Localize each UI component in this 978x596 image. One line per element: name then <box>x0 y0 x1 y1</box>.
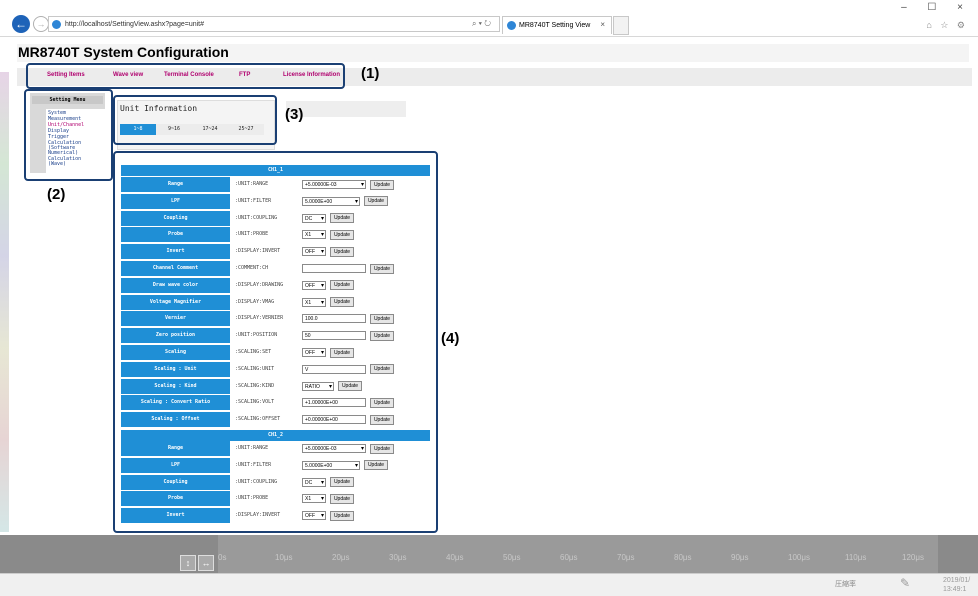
timeline-tick-label: 20μs <box>332 553 350 562</box>
timeline-tick-label: 80μs <box>674 553 692 562</box>
left-decoration <box>0 72 9 532</box>
callout-box-table <box>113 151 438 533</box>
timeline-scale[interactable] <box>218 535 938 573</box>
page-title: MR8740T System Configuration <box>18 44 229 60</box>
back-arrow-icon[interactable]: ← <box>12 15 30 33</box>
status-bar <box>0 573 978 596</box>
ie-logo-icon <box>507 21 516 30</box>
callout-label-3: (3) <box>285 106 304 123</box>
tab-title: MR8740T Setting View <box>519 22 591 29</box>
time-text: 13:49:1 <box>943 586 967 593</box>
zoom-ratio-label[interactable]: 圧縮率 <box>835 579 856 589</box>
callout-label-1: (1) <box>361 65 380 82</box>
timeline-tick-label: 40μs <box>446 553 464 562</box>
url-text: http://localhost/SettingView.ashx?page=u… <box>65 20 204 28</box>
timeline-tick-label: 30μs <box>389 553 407 562</box>
timeline-tick-label: 110μs <box>845 553 867 562</box>
ie-logo-icon <box>52 20 61 29</box>
callout-box-unit-info <box>113 95 277 145</box>
callout-box-side-menu <box>24 89 113 181</box>
timeline-tick-label: 10μs <box>275 553 293 562</box>
vertical-expand-icon[interactable]: ↕ <box>180 555 196 571</box>
horizontal-expand-icon[interactable]: ↔ <box>198 555 214 571</box>
forward-arrow-icon[interactable]: → <box>33 16 49 32</box>
callout-box-menu <box>26 63 345 89</box>
pen-icon[interactable]: ✎ <box>900 576 910 590</box>
window-controls[interactable]: – ☐ × <box>901 2 972 13</box>
close-tab-icon[interactable]: × <box>600 20 605 29</box>
date-text: 2019/01/ <box>943 577 971 584</box>
timeline-tick-label: 50μs <box>503 553 521 562</box>
settings-icon[interactable]: ⌂ ☆ ⚙ <box>926 20 968 31</box>
timeline-tick-label: 0s <box>218 553 227 562</box>
timeline-tick-label: 70μs <box>617 553 635 562</box>
timeline-tick-label: 120μs <box>902 553 924 562</box>
callout-label-4: (4) <box>441 330 460 347</box>
browser-tab[interactable]: MR8740T Setting View × <box>502 16 612 34</box>
new-tab-button[interactable] <box>613 16 629 35</box>
timeline-tick-label: 60μs <box>560 553 578 562</box>
address-bar[interactable]: http://localhost/SettingView.ashx?page=u… <box>48 16 500 32</box>
refresh-icon[interactable]: ⌕ ▾ ↻ <box>472 19 491 29</box>
datetime: 2019/01/ 13:49:1 <box>943 576 970 594</box>
timeline-tick-label: 100μs <box>788 553 810 562</box>
blank-panel <box>286 101 406 117</box>
callout-label-2: (2) <box>47 186 66 203</box>
timeline-tick-label: 90μs <box>731 553 749 562</box>
